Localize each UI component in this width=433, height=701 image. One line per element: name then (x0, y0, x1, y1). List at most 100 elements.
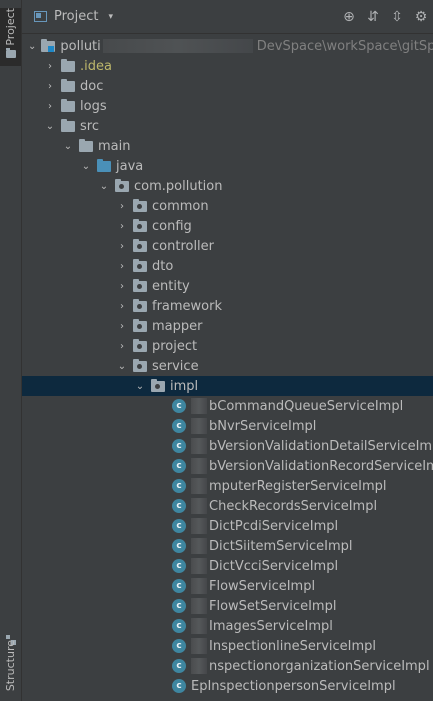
chevron-right-icon[interactable]: › (116, 276, 128, 296)
class-label: EpInspectionpersonServiceImpl (191, 678, 396, 694)
class-icon: c (172, 479, 186, 493)
folder-label: main (98, 138, 131, 154)
chevron-down-icon[interactable]: ⌄ (134, 376, 146, 396)
project-tool-tab[interactable]: Project (0, 8, 21, 66)
tree-row-subpackage[interactable]: › dto (22, 256, 433, 276)
folder-label: doc (80, 78, 104, 94)
source-folder-icon (97, 158, 111, 172)
chevron-down-icon[interactable]: ⌄ (44, 116, 56, 136)
class-label: ImagesServiceImpl (209, 618, 333, 634)
chevron-right-icon[interactable]: › (116, 196, 128, 216)
tree-row-class[interactable]: c FlowServiceImpl (22, 576, 433, 596)
class-icon: c (172, 459, 186, 473)
structure-tool-tab[interactable]: Structure (0, 631, 21, 691)
class-label: CheckRecordsServiceImpl (209, 498, 378, 514)
tree-row-idea[interactable]: › .idea (22, 56, 433, 76)
folder-label: src (80, 118, 99, 134)
redacted-block (191, 458, 207, 474)
package-label: dto (152, 258, 174, 274)
tree-row-class[interactable]: c EpInspectionpersonServiceImpl (22, 676, 433, 696)
gear-icon[interactable]: ⚙ (409, 5, 433, 29)
chevron-down-icon[interactable]: ⌄ (116, 356, 128, 376)
package-label: controller (152, 238, 215, 254)
collapse-all-icon[interactable]: ⇳ (385, 5, 409, 29)
redacted-block (191, 498, 207, 514)
class-icon: c (172, 579, 186, 593)
crosshair-icon[interactable]: ⊕ (337, 5, 361, 29)
folder-label: java (116, 158, 144, 174)
module-folder-icon (41, 38, 56, 52)
tree-row-class[interactable]: c bVersionValidationDetailServiceImpl (22, 436, 433, 456)
tree-row-subpackage[interactable]: › project (22, 336, 433, 356)
tree-row-java[interactable]: ⌄ java (22, 156, 433, 176)
chevron-right-icon[interactable]: › (116, 296, 128, 316)
tree-row-class[interactable]: c bCommandQueueServiceImpl (22, 396, 433, 416)
tree-row-class[interactable]: c bVersionValidationRecordServiceImpl (22, 456, 433, 476)
package-label: com.pollution (134, 178, 223, 194)
class-label: DictSiitemServiceImpl (209, 538, 353, 554)
redacted-block (191, 438, 207, 454)
tree-row-impl[interactable]: ⌄ impl (22, 376, 433, 396)
chevron-down-icon[interactable]: ⌄ (62, 136, 74, 156)
tree-row-class[interactable]: c DictPcdiServiceImpl (22, 516, 433, 536)
project-tool-tab-label: Project (4, 8, 17, 46)
chevron-right-icon[interactable]: › (116, 256, 128, 276)
tree-row-service[interactable]: ⌄ service (22, 356, 433, 376)
tree-row-subpackage[interactable]: › framework (22, 296, 433, 316)
chevron-right-icon[interactable]: › (116, 236, 128, 256)
redacted-block (191, 478, 207, 494)
tree-row-logs[interactable]: › logs (22, 96, 433, 116)
chevron-down-icon[interactable]: ⌄ (98, 176, 110, 196)
tree-row-main[interactable]: ⌄ main (22, 136, 433, 156)
package-label: impl (170, 378, 199, 394)
redacted-block (191, 578, 207, 594)
tree-row-root[interactable]: ⌄ polluti DevSpace\workSpace\gitSpa (22, 36, 433, 56)
class-label: mputerRegisterServiceImpl (209, 478, 387, 494)
tree-row-class[interactable]: c nspectionorganizationServiceImpl (22, 656, 433, 676)
tree-row-doc[interactable]: › doc (22, 76, 433, 96)
folder-icon (79, 138, 93, 152)
tree-row-class[interactable]: c CheckRecordsServiceImpl (22, 496, 433, 516)
chevron-down-icon[interactable]: ⌄ (28, 36, 36, 56)
tree-row-subpackage[interactable]: › controller (22, 236, 433, 256)
project-view-icon (34, 11, 47, 22)
chevron-down-icon[interactable]: ⌄ (80, 156, 92, 176)
package-label: framework (152, 298, 223, 314)
tree-row-package[interactable]: ⌄ com.pollution (22, 176, 433, 196)
package-icon (133, 258, 147, 272)
redacted-block (191, 538, 207, 554)
chevron-right-icon[interactable]: › (44, 96, 56, 116)
structure-tool-tab-label: Structure (4, 639, 17, 691)
tree-row-class[interactable]: c FlowSetServiceImpl (22, 596, 433, 616)
package-icon (115, 178, 129, 192)
tree-row-subpackage[interactable]: › entity (22, 276, 433, 296)
chevron-down-icon[interactable]: ▾ (108, 12, 113, 22)
ide-window: Project Structure Project ▾ ⊕ ⇵ ⇳ ⚙ ⌄ po… (0, 0, 433, 701)
chevron-right-icon[interactable]: › (44, 56, 56, 76)
tree-row-class[interactable]: c bNvrServiceImpl (22, 416, 433, 436)
tree-row-class[interactable]: c ImagesServiceImpl (22, 616, 433, 636)
tree-row-class[interactable]: c mputerRegisterServiceImpl (22, 476, 433, 496)
tree-row-subpackage[interactable]: › common (22, 196, 433, 216)
package-icon (133, 358, 147, 372)
chevron-right-icon[interactable]: › (44, 76, 56, 96)
class-icon: c (172, 619, 186, 633)
package-icon (133, 218, 147, 232)
project-view-title[interactable]: Project (54, 9, 98, 24)
folder-icon (61, 118, 75, 132)
tree-row-subpackage[interactable]: › mapper (22, 316, 433, 336)
class-icon: c (172, 679, 186, 693)
expand-all-icon[interactable]: ⇵ (361, 5, 385, 29)
class-label: FlowServiceImpl (209, 578, 316, 594)
chevron-right-icon[interactable]: › (116, 336, 128, 356)
chevron-right-icon[interactable]: › (116, 216, 128, 236)
tree-row-src[interactable]: ⌄ src (22, 116, 433, 136)
tree-row-subpackage[interactable]: › config (22, 216, 433, 236)
class-icon: c (172, 399, 186, 413)
tree-row-class[interactable]: c DictSiitemServiceImpl (22, 536, 433, 556)
package-label: project (152, 338, 198, 354)
tree-row-class[interactable]: c DictVcciServiceImpl (22, 556, 433, 576)
redacted-block (191, 398, 207, 414)
chevron-right-icon[interactable]: › (116, 316, 128, 336)
tree-row-class[interactable]: c InspectionlineServiceImpl (22, 636, 433, 656)
